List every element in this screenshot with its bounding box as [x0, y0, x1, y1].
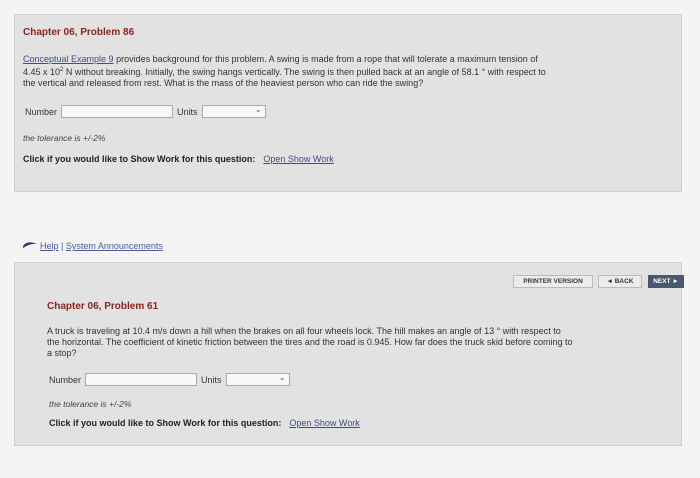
back-button[interactable]: ◄ BACK — [598, 275, 642, 288]
number-input[interactable] — [61, 105, 174, 118]
open-show-work-link[interactable]: Open Show Work — [289, 418, 359, 428]
problem-title: Chapter 06, Problem 61 — [47, 301, 159, 312]
problem-61-panel: Chapter 06, Problem 61 A truck is travel… — [14, 262, 682, 446]
show-work-row: Click if you would like to Show Work for… — [23, 154, 334, 164]
show-work-text: Click if you would like to Show Work for… — [23, 154, 256, 164]
conceptual-example-link[interactable]: Conceptual Example 9 — [23, 54, 114, 64]
problem-text-line-1: A truck is traveling at 10.4 m/s down a … — [47, 326, 561, 336]
chevron-down-icon: ⌄ — [254, 105, 262, 114]
units-select[interactable]: ⌄ — [225, 373, 290, 386]
problem-title: Chapter 06, Problem 86 — [23, 27, 135, 38]
units-select[interactable]: ⌄ — [201, 105, 266, 118]
units-label: Units — [177, 106, 198, 117]
units-label: Units — [201, 374, 222, 385]
printer-version-button[interactable]: PRINTER VERSION — [513, 275, 593, 288]
show-work-row: Click if you would like to Show Work for… — [49, 418, 360, 428]
footer-separator: | — [58, 241, 66, 251]
chevron-down-icon: ⌄ — [278, 373, 286, 382]
open-show-work-link[interactable]: Open Show Work — [263, 154, 333, 164]
number-input[interactable] — [85, 373, 198, 386]
logo-mark — [23, 242, 37, 248]
problem-86-panel: Chapter 06, Problem 86 Conceptual Exampl… — [14, 14, 682, 192]
problem-text-line-1: Conceptual Example 9 provides background… — [23, 54, 538, 64]
next-button[interactable]: NEXT ► — [648, 275, 684, 288]
system-announcements-link[interactable]: System Announcements — [66, 241, 163, 251]
problem-text: Conceptual Example 9 provides background… — [23, 54, 678, 89]
show-work-text: Click if you would like to Show Work for… — [49, 418, 282, 428]
problem-text-line-2: 4.45 x 102 N without breaking. Initially… — [23, 67, 546, 77]
problem-text-line-3: the vertical and released from rest. Wha… — [23, 78, 424, 88]
problem-text-line-2: the horizontal. The coefficient of kinet… — [47, 337, 573, 347]
number-label: Number — [49, 374, 82, 385]
number-label: Number — [25, 106, 58, 117]
problem-text-line-3: a stop? — [47, 348, 77, 358]
help-link[interactable]: Help — [40, 241, 59, 251]
answer-row: Number Units ⌄ — [49, 373, 290, 386]
tolerance-text: the tolerance is +/-2% — [23, 133, 106, 143]
tolerance-text: the tolerance is +/-2% — [49, 399, 132, 409]
answer-row: Number Units ⌄ — [25, 105, 266, 118]
footer-links: Help | System Announcements — [40, 241, 163, 251]
problem-text: A truck is traveling at 10.4 m/s down a … — [47, 326, 677, 359]
